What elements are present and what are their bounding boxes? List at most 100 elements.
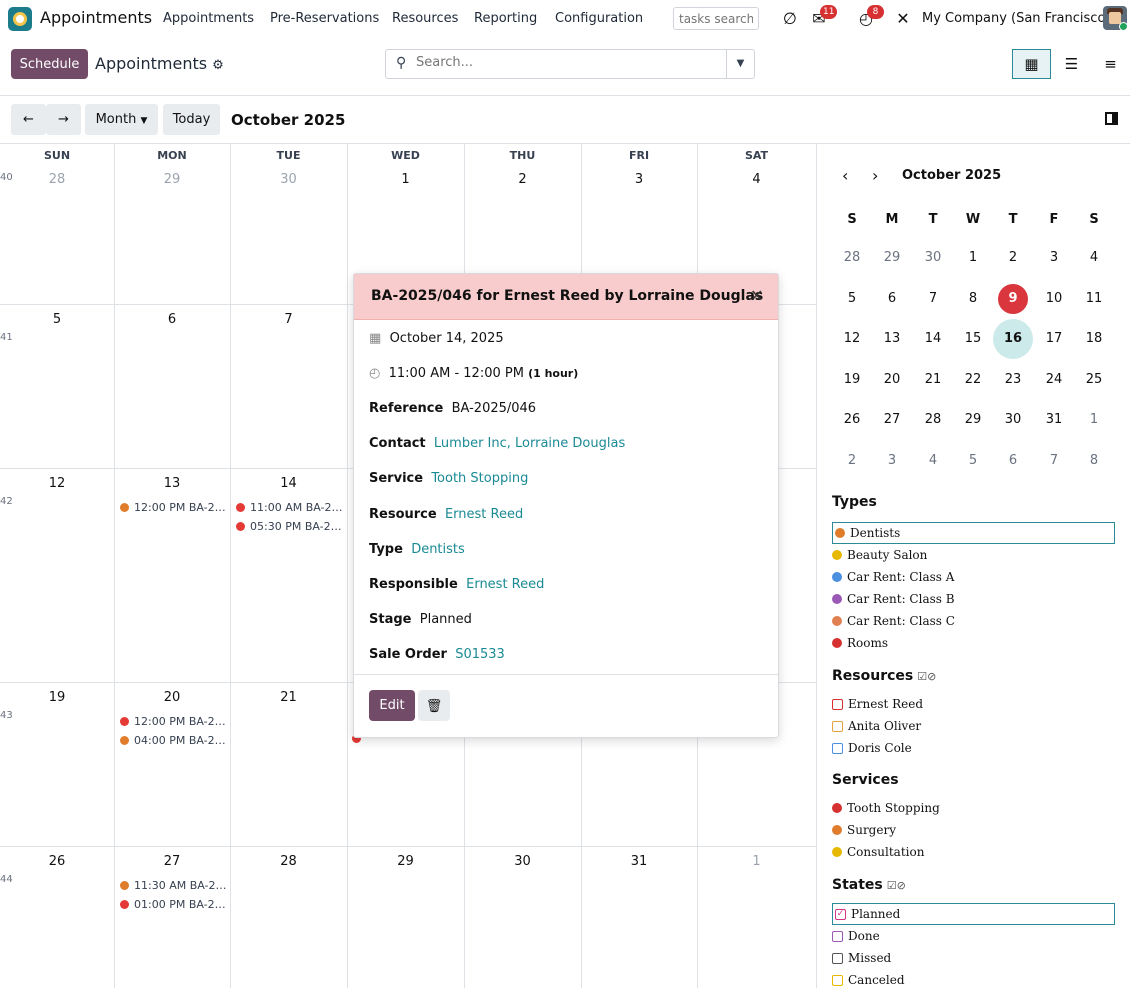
day-cell-number[interactable]: 3 bbox=[581, 172, 697, 187]
day-cell-number[interactable]: 20 bbox=[114, 690, 230, 705]
filter-item-resource[interactable]: Anita Oliver bbox=[832, 715, 921, 737]
mini-day-today[interactable]: 9 bbox=[993, 279, 1033, 319]
user-avatar[interactable] bbox=[1103, 6, 1127, 30]
filter-item-type[interactable]: Beauty Salon bbox=[832, 544, 927, 566]
search-options-dropdown[interactable]: ▼ bbox=[726, 50, 754, 78]
day-cell-number[interactable]: 2 bbox=[464, 172, 581, 187]
filter-item-type[interactable]: Dentists bbox=[832, 522, 1115, 544]
day-cell-number[interactable]: 6 bbox=[114, 312, 230, 327]
sidebar-toggle-icon[interactable] bbox=[1105, 112, 1118, 125]
mini-day[interactable]: 14 bbox=[913, 319, 953, 359]
mini-day[interactable]: 5 bbox=[832, 279, 872, 319]
delete-button[interactable]: 🗑 bbox=[418, 690, 450, 721]
day-cell-number[interactable]: 31 bbox=[581, 854, 697, 869]
day-cell-number[interactable]: 27 bbox=[114, 854, 230, 869]
filter-item-state[interactable]: Done bbox=[832, 925, 880, 947]
mini-day[interactable]: 21 bbox=[913, 360, 953, 400]
mini-day[interactable]: 29 bbox=[953, 400, 993, 440]
checkbox[interactable] bbox=[832, 930, 843, 942]
day-cell-number[interactable]: 7 bbox=[230, 312, 347, 327]
previous-button[interactable]: ← bbox=[11, 104, 46, 135]
field-value[interactable]: Ernest Reed bbox=[466, 577, 544, 592]
field-value[interactable]: S01533 bbox=[455, 647, 505, 662]
mini-day[interactable]: 4 bbox=[1074, 238, 1114, 278]
day-cell-number[interactable]: 30 bbox=[464, 854, 581, 869]
mini-day[interactable]: 25 bbox=[1074, 360, 1114, 400]
day-cell-number[interactable]: 28 bbox=[230, 854, 347, 869]
day-cell-number[interactable]: 30 bbox=[230, 172, 347, 187]
mini-day[interactable]: 29 bbox=[872, 238, 912, 278]
mini-day[interactable]: 7 bbox=[913, 279, 953, 319]
filter-item-resource[interactable]: Ernest Reed bbox=[832, 693, 923, 715]
app-logo-icon[interactable] bbox=[8, 7, 32, 31]
edit-button[interactable]: Edit bbox=[369, 690, 415, 721]
mini-day[interactable]: 7 bbox=[1034, 441, 1074, 481]
gantt-view-button[interactable]: ≡ bbox=[1091, 49, 1130, 79]
mini-day[interactable]: 20 bbox=[872, 360, 912, 400]
mini-day[interactable]: 24 bbox=[1034, 360, 1074, 400]
app-name[interactable]: Appointments bbox=[40, 8, 152, 27]
day-cell-number[interactable]: 1 bbox=[347, 172, 464, 187]
checkbox[interactable] bbox=[832, 952, 843, 964]
activity-clock-icon[interactable]: ◴ 8 bbox=[855, 5, 884, 28]
field-value[interactable]: Lumber Inc, Lorraine Douglas bbox=[434, 436, 625, 451]
mini-day[interactable]: 28 bbox=[913, 400, 953, 440]
field-value[interactable]: Ernest Reed bbox=[445, 507, 523, 522]
calendar-event[interactable]: 12:00 PM BA-2… bbox=[120, 715, 226, 728]
day-cell-number[interactable]: 13 bbox=[114, 476, 230, 491]
mini-day-selected[interactable]: 16 bbox=[993, 319, 1033, 360]
mini-prev-icon[interactable]: ‹ bbox=[842, 166, 848, 185]
day-cell-number[interactable]: 1 bbox=[697, 854, 816, 869]
company-switcher[interactable]: My Company (San Francisco) bbox=[922, 11, 1110, 26]
mini-day[interactable]: 8 bbox=[1074, 441, 1114, 481]
day-cell-number[interactable]: 4 bbox=[697, 172, 816, 187]
checkbox[interactable] bbox=[832, 720, 843, 732]
mini-day[interactable]: 27 bbox=[872, 400, 912, 440]
checkbox[interactable] bbox=[832, 974, 843, 986]
scale-dropdown[interactable]: Month ▼ bbox=[85, 104, 158, 135]
mini-day[interactable]: 30 bbox=[913, 238, 953, 278]
tools-icon[interactable]: ✕ bbox=[894, 8, 912, 28]
mini-day[interactable]: 13 bbox=[872, 319, 912, 359]
mini-day[interactable]: 6 bbox=[993, 441, 1033, 481]
menu-resources[interactable]: Resources bbox=[392, 11, 458, 26]
mini-day[interactable]: 12 bbox=[832, 319, 872, 359]
mini-day[interactable]: 10 bbox=[1034, 279, 1074, 319]
field-value[interactable]: Tooth Stopping bbox=[431, 471, 528, 486]
day-cell-number[interactable]: 12 bbox=[0, 476, 114, 491]
mini-day[interactable]: 3 bbox=[1034, 238, 1074, 278]
tasks-search-input[interactable] bbox=[673, 7, 759, 30]
mini-day[interactable]: 11 bbox=[1074, 279, 1114, 319]
filter-item-state[interactable]: Missed bbox=[832, 947, 891, 969]
checkbox[interactable] bbox=[832, 742, 843, 754]
chat-icon[interactable]: ✉ 11 bbox=[808, 5, 838, 28]
menu-appointments[interactable]: Appointments bbox=[163, 11, 254, 26]
filter-item-type[interactable]: Car Rent: Class C bbox=[832, 610, 955, 632]
day-cell-number[interactable]: 26 bbox=[0, 854, 114, 869]
day-cell-number[interactable]: 21 bbox=[230, 690, 347, 705]
mini-day[interactable]: 1 bbox=[953, 238, 993, 278]
gear-icon[interactable]: ⚙ bbox=[212, 58, 224, 73]
mini-day[interactable]: 18 bbox=[1074, 319, 1114, 359]
discuss-icon[interactable]: ∅ bbox=[780, 8, 800, 28]
day-cell-number[interactable]: 28 bbox=[0, 172, 114, 187]
calendar-event[interactable]: 01:00 PM BA-2… bbox=[120, 898, 226, 911]
mini-day[interactable]: 5 bbox=[953, 441, 993, 481]
mini-day[interactable]: 2 bbox=[993, 238, 1033, 278]
mini-day[interactable]: 15 bbox=[953, 319, 993, 359]
filter-item-resource[interactable]: Doris Cole bbox=[832, 737, 912, 759]
mini-day[interactable]: 1 bbox=[1074, 400, 1114, 440]
mini-day[interactable]: 19 bbox=[832, 360, 872, 400]
day-cell-number[interactable]: 19 bbox=[0, 690, 114, 705]
checked-checkbox[interactable]: ✓ bbox=[835, 908, 846, 920]
list-view-button[interactable]: ☰ bbox=[1052, 49, 1091, 79]
filter-item-type[interactable]: Car Rent: Class A bbox=[832, 566, 954, 588]
menu-configuration[interactable]: Configuration bbox=[555, 11, 643, 26]
calendar-event[interactable]: 11:00 AM BA-2… bbox=[236, 501, 343, 514]
filter-item-service[interactable]: Surgery bbox=[832, 819, 896, 841]
filter-item-type[interactable]: Car Rent: Class B bbox=[832, 588, 955, 610]
mini-day[interactable]: 8 bbox=[953, 279, 993, 319]
select-all-icon[interactable]: ☑⊘ bbox=[887, 879, 906, 892]
mini-day[interactable]: 2 bbox=[832, 441, 872, 481]
mini-day[interactable]: 28 bbox=[832, 238, 872, 278]
